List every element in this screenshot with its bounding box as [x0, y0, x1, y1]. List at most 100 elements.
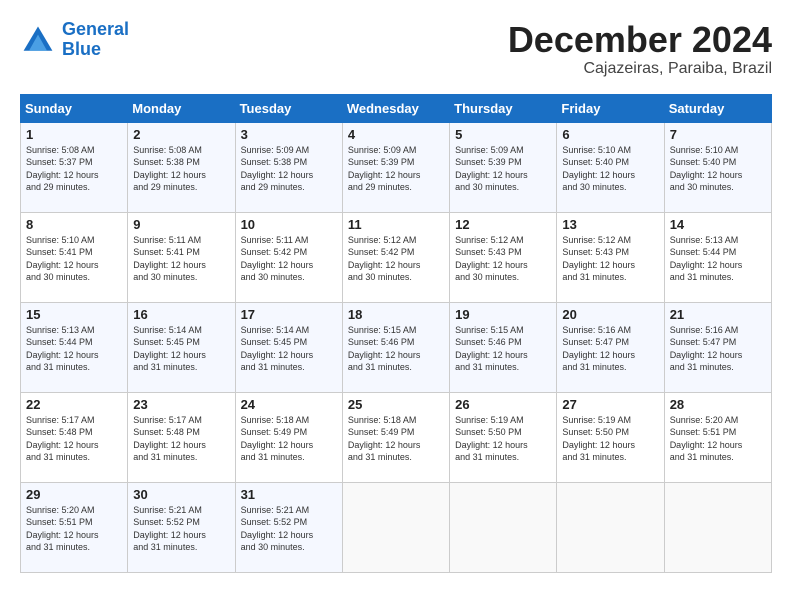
day-cell-4: 4 Sunrise: 5:09 AM Sunset: 5:39 PM Daylig… — [342, 122, 449, 212]
header-row: SundayMondayTuesdayWednesdayThursdayFrid… — [21, 94, 772, 122]
empty-cell — [342, 482, 449, 572]
day-number: 28 — [670, 397, 766, 412]
day-number: 2 — [133, 127, 229, 142]
day-cell-8: 8Sunrise: 5:10 AM Sunset: 5:41 PM Daylig… — [21, 212, 128, 302]
logo-general: General — [62, 19, 129, 39]
logo-icon — [20, 22, 56, 58]
week-row-4: 22 Sunrise: 5:17 AM Sunset: 5:48 PM Dayli… — [21, 392, 772, 482]
empty-cell — [557, 482, 664, 572]
day-cell-12: 12Sunrise: 5:12 AM Sunset: 5:43 PM Dayli… — [450, 212, 557, 302]
day-number: 9 — [133, 217, 229, 232]
day-info: Sunrise: 5:12 AM Sunset: 5:42 PM Dayligh… — [348, 234, 444, 284]
day-info: Sunrise: 5:08 AM Sunset: 5:37 PM Dayligh… — [26, 144, 122, 194]
day-number: 22 — [26, 397, 122, 412]
day-cell-17: 17Sunrise: 5:14 AM Sunset: 5:45 PM Dayli… — [235, 302, 342, 392]
day-info: Sunrise: 5:17 AM Sunset: 5:48 PM Dayligh… — [26, 414, 122, 464]
day-info: Sunrise: 5:19 AM Sunset: 5:50 PM Dayligh… — [455, 414, 551, 464]
day-number: 10 — [241, 217, 337, 232]
day-info: Sunrise: 5:13 AM Sunset: 5:44 PM Dayligh… — [670, 234, 766, 284]
day-info: Sunrise: 5:12 AM Sunset: 5:43 PM Dayligh… — [562, 234, 658, 284]
day-info: Sunrise: 5:09 AM Sunset: 5:39 PM Dayligh… — [348, 144, 444, 194]
page-header: General Blue December 2024 Cajazeiras, P… — [20, 20, 772, 78]
day-number: 11 — [348, 217, 444, 232]
day-cell-21: 21Sunrise: 5:16 AM Sunset: 5:47 PM Dayli… — [664, 302, 771, 392]
day-number: 14 — [670, 217, 766, 232]
day-header-wednesday: Wednesday — [342, 94, 449, 122]
day-cell-25: 25 Sunrise: 5:18 AM Sunset: 5:49 PM Dayli… — [342, 392, 449, 482]
day-cell-13: 13 Sunrise: 5:12 AM Sunset: 5:43 PM Dayli… — [557, 212, 664, 302]
location: Cajazeiras, Paraiba, Brazil — [508, 60, 772, 78]
day-cell-28: 28 Sunrise: 5:20 AM Sunset: 5:51 PM Dayli… — [664, 392, 771, 482]
day-number: 26 — [455, 397, 551, 412]
day-number: 12 — [455, 217, 551, 232]
day-cell-29: 29 Sunrise: 5:20 AM Sunset: 5:51 PM Dayli… — [21, 482, 128, 572]
day-info: Sunrise: 5:11 AM Sunset: 5:41 PM Dayligh… — [133, 234, 229, 284]
day-cell-20: 20 Sunrise: 5:16 AM Sunset: 5:47 PM Dayli… — [557, 302, 664, 392]
day-cell-6: 6 Sunrise: 5:10 AM Sunset: 5:40 PM Daylig… — [557, 122, 664, 212]
day-cell-19: 19 Sunrise: 5:15 AM Sunset: 5:46 PM Dayli… — [450, 302, 557, 392]
day-cell-23: 23Sunrise: 5:17 AM Sunset: 5:48 PM Dayli… — [128, 392, 235, 482]
day-cell-14: 14 Sunrise: 5:13 AM Sunset: 5:44 PM Dayli… — [664, 212, 771, 302]
day-number: 3 — [241, 127, 337, 142]
day-cell-2: 2 Sunrise: 5:08 AM Sunset: 5:38 PM Daylig… — [128, 122, 235, 212]
calendar-table: SundayMondayTuesdayWednesdayThursdayFrid… — [20, 94, 772, 573]
day-info: Sunrise: 5:13 AM Sunset: 5:44 PM Dayligh… — [26, 324, 122, 374]
day-cell-5: 5Sunrise: 5:09 AM Sunset: 5:39 PM Daylig… — [450, 122, 557, 212]
day-number: 1 — [26, 127, 122, 142]
day-number: 20 — [562, 307, 658, 322]
day-info: Sunrise: 5:10 AM Sunset: 5:40 PM Dayligh… — [562, 144, 658, 194]
day-info: Sunrise: 5:20 AM Sunset: 5:51 PM Dayligh… — [26, 504, 122, 554]
logo-blue: Blue — [62, 39, 101, 59]
day-cell-24: 24Sunrise: 5:18 AM Sunset: 5:49 PM Dayli… — [235, 392, 342, 482]
day-info: Sunrise: 5:15 AM Sunset: 5:46 PM Dayligh… — [348, 324, 444, 374]
day-cell-30: 30 Sunrise: 5:21 AM Sunset: 5:52 PM Dayli… — [128, 482, 235, 572]
empty-cell — [664, 482, 771, 572]
day-number: 31 — [241, 487, 337, 502]
day-number: 17 — [241, 307, 337, 322]
day-info: Sunrise: 5:14 AM Sunset: 5:45 PM Dayligh… — [133, 324, 229, 374]
day-number: 29 — [26, 487, 122, 502]
day-header-sunday: Sunday — [21, 94, 128, 122]
week-row-2: 8Sunrise: 5:10 AM Sunset: 5:41 PM Daylig… — [21, 212, 772, 302]
day-info: Sunrise: 5:15 AM Sunset: 5:46 PM Dayligh… — [455, 324, 551, 374]
day-cell-9: 9 Sunrise: 5:11 AM Sunset: 5:41 PM Daylig… — [128, 212, 235, 302]
day-number: 30 — [133, 487, 229, 502]
day-header-saturday: Saturday — [664, 94, 771, 122]
day-number: 19 — [455, 307, 551, 322]
title-block: December 2024 Cajazeiras, Paraiba, Brazi… — [508, 20, 772, 78]
month-title: December 2024 — [508, 20, 772, 60]
day-cell-1: 1 Sunrise: 5:08 AM Sunset: 5:37 PM Daylig… — [21, 122, 128, 212]
day-info: Sunrise: 5:18 AM Sunset: 5:49 PM Dayligh… — [241, 414, 337, 464]
day-info: Sunrise: 5:16 AM Sunset: 5:47 PM Dayligh… — [670, 324, 766, 374]
day-info: Sunrise: 5:18 AM Sunset: 5:49 PM Dayligh… — [348, 414, 444, 464]
day-info: Sunrise: 5:21 AM Sunset: 5:52 PM Dayligh… — [133, 504, 229, 554]
day-info: Sunrise: 5:20 AM Sunset: 5:51 PM Dayligh… — [670, 414, 766, 464]
day-info: Sunrise: 5:11 AM Sunset: 5:42 PM Dayligh… — [241, 234, 337, 284]
day-number: 6 — [562, 127, 658, 142]
day-header-friday: Friday — [557, 94, 664, 122]
week-row-1: 1 Sunrise: 5:08 AM Sunset: 5:37 PM Daylig… — [21, 122, 772, 212]
logo-text: General Blue — [62, 20, 129, 60]
day-info: Sunrise: 5:16 AM Sunset: 5:47 PM Dayligh… — [562, 324, 658, 374]
day-number: 8 — [26, 217, 122, 232]
day-cell-7: 7Sunrise: 5:10 AM Sunset: 5:40 PM Daylig… — [664, 122, 771, 212]
day-header-tuesday: Tuesday — [235, 94, 342, 122]
day-info: Sunrise: 5:09 AM Sunset: 5:39 PM Dayligh… — [455, 144, 551, 194]
day-number: 25 — [348, 397, 444, 412]
day-number: 18 — [348, 307, 444, 322]
day-cell-15: 15 Sunrise: 5:13 AM Sunset: 5:44 PM Dayli… — [21, 302, 128, 392]
day-number: 4 — [348, 127, 444, 142]
week-row-3: 15 Sunrise: 5:13 AM Sunset: 5:44 PM Dayli… — [21, 302, 772, 392]
day-number: 15 — [26, 307, 122, 322]
day-cell-11: 11 Sunrise: 5:12 AM Sunset: 5:42 PM Dayli… — [342, 212, 449, 302]
day-cell-26: 26 Sunrise: 5:19 AM Sunset: 5:50 PM Dayli… — [450, 392, 557, 482]
day-cell-22: 22 Sunrise: 5:17 AM Sunset: 5:48 PM Dayli… — [21, 392, 128, 482]
day-info: Sunrise: 5:19 AM Sunset: 5:50 PM Dayligh… — [562, 414, 658, 464]
day-cell-3: 3Sunrise: 5:09 AM Sunset: 5:38 PM Daylig… — [235, 122, 342, 212]
day-cell-18: 18 Sunrise: 5:15 AM Sunset: 5:46 PM Dayli… — [342, 302, 449, 392]
day-info: Sunrise: 5:08 AM Sunset: 5:38 PM Dayligh… — [133, 144, 229, 194]
day-cell-27: 27Sunrise: 5:19 AM Sunset: 5:50 PM Dayli… — [557, 392, 664, 482]
logo: General Blue — [20, 20, 129, 60]
day-number: 13 — [562, 217, 658, 232]
day-header-monday: Monday — [128, 94, 235, 122]
